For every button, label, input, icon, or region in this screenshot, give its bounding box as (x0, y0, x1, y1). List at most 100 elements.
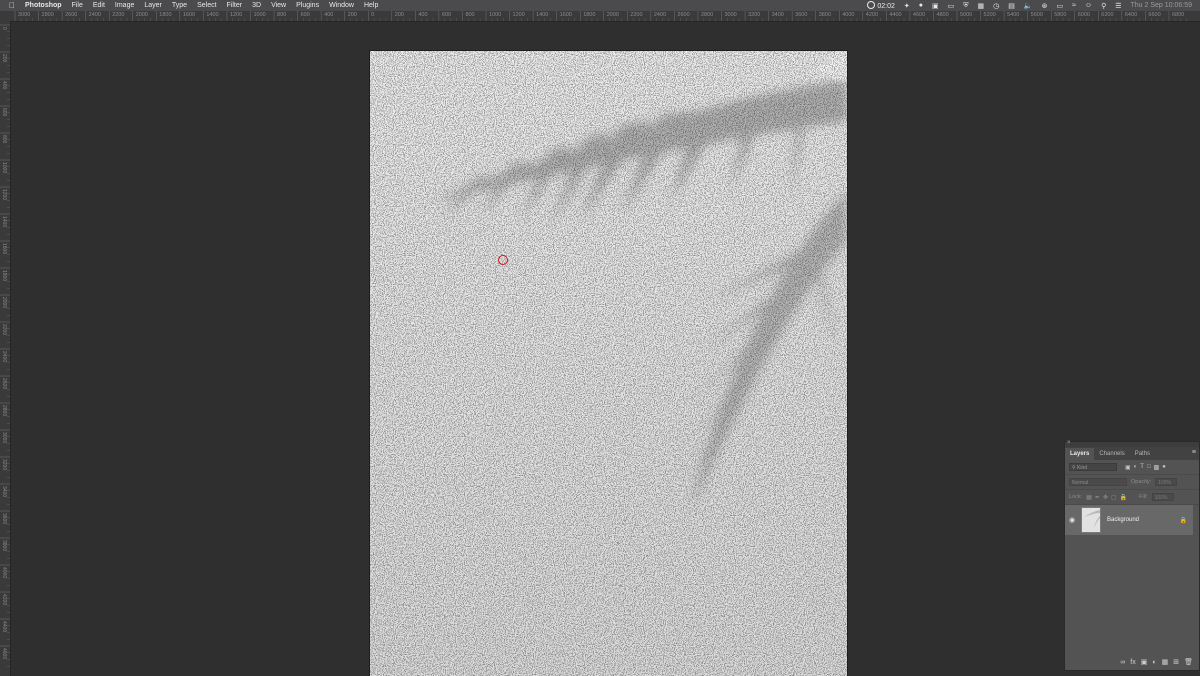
display-icon[interactable]: ▤ (1008, 2, 1015, 10)
visibility-eye-icon[interactable]: ◉ (1065, 516, 1079, 524)
menu-help[interactable]: Help (364, 2, 378, 9)
adjustment-icon[interactable]: ◐ (1152, 659, 1156, 666)
ruler-v-label: 3800 (1, 540, 7, 552)
bluetooth-icon[interactable]: ⊛ (1042, 2, 1048, 10)
ruler-v-label: 1800 (1, 270, 7, 282)
menu-window[interactable]: Window (329, 2, 354, 9)
ruler-v-label: 2200 (1, 324, 7, 336)
menu-3d[interactable]: 3D (252, 2, 261, 9)
volume-icon[interactable]: 🔈 (1024, 2, 1033, 10)
document-canvas[interactable] (370, 51, 847, 676)
ruler-v-label: 400 (1, 81, 7, 90)
menu-edit[interactable]: Edit (93, 2, 105, 9)
link-icon[interactable]: ∞ (1120, 659, 1125, 666)
ruler-v-label: 4000 (1, 567, 7, 579)
trash-icon[interactable]: 🗑 (1184, 658, 1193, 666)
shape-filter-icon[interactable]: □ (1147, 464, 1151, 471)
menu-image[interactable]: Image (115, 2, 134, 9)
ruler-h-label: 3400 (771, 12, 784, 18)
tab-paths[interactable]: Paths (1130, 448, 1155, 460)
tab-channels[interactable]: Channels (1094, 448, 1129, 460)
time-machine-icon[interactable]: ◷ (993, 2, 999, 10)
ruler-h-label: 1000 (489, 12, 502, 18)
horizontal-ruler[interactable]: 3000 2800 2600 2400 2200 2000 1800 1600 1400 1200… (0, 11, 1200, 22)
fx-icon[interactable]: fx (1130, 659, 1135, 666)
grid-icon[interactable]: ▦ (978, 2, 985, 10)
app-status-icon[interactable]: ✦ (904, 2, 910, 10)
control-center-icon[interactable]: ☰ (1115, 2, 1121, 10)
lock-position-icon[interactable]: ✥ (1103, 494, 1108, 501)
ruler-h-label: 6000 (1077, 12, 1090, 18)
ruler-h-label: 800 (465, 12, 475, 18)
menu-photoshop[interactable]: Photoshop (25, 2, 62, 9)
creative-cloud-icon[interactable]: ● (919, 2, 923, 9)
new-layer-icon[interactable]: ⊞ (1173, 658, 1179, 666)
ruler-h-label: 4400 (889, 12, 902, 18)
menu-file[interactable]: File (72, 2, 83, 9)
menu-plugins[interactable]: Plugins (296, 2, 319, 9)
filter-kind-dropdown[interactable]: ⚲ Kind (1069, 463, 1117, 471)
window-icon[interactable]: ▣ (932, 2, 939, 10)
menu-view[interactable]: View (271, 2, 286, 9)
ruler-h-label: 2800 (700, 12, 714, 18)
mask-icon[interactable]: ▣ (1141, 658, 1148, 666)
layer-thumbnail (1081, 507, 1101, 533)
ruler-h-label: 4600 (912, 12, 926, 18)
ruler-v-label: 1400 (1, 216, 7, 228)
ruler-v-label: 3400 (1, 486, 7, 498)
ruler-v-label: 2600 (1, 378, 7, 390)
spotlight-search-icon[interactable]: ⚲ (1101, 2, 1106, 10)
ruler-h-label: 1800 (583, 12, 596, 18)
ruler-h-label: 5400 (1007, 12, 1020, 18)
ruler-h-label: 6200 (1101, 12, 1114, 18)
screen-icon[interactable]: ▭ (948, 2, 955, 10)
layers-panel: × Layers Channels Paths ≡ ⚲ Kind ▣ ◐ T □… (1064, 440, 1200, 671)
ruler-h-label: 4800 (936, 12, 949, 18)
close-panel-icon[interactable]: × (1067, 440, 1071, 446)
panel-bottom-toolbar: ∞ fx ▣ ◐ ▦ ⊞ 🗑 (1065, 654, 1199, 670)
fill-label: Fill: (1139, 494, 1148, 500)
ruler-h-label: 1200 (512, 12, 525, 18)
ruler-h-label: 5200 (983, 12, 996, 18)
type-filter-icon[interactable]: T (1140, 464, 1144, 471)
ruler-v-label: 4400 (1, 621, 7, 633)
menu-layer[interactable]: Layer (144, 2, 162, 9)
ruler-v-label: 2400 (1, 351, 7, 363)
pixel-filter-icon[interactable]: ▣ (1125, 464, 1131, 471)
ruler-v-label: 2800 (1, 405, 7, 417)
tab-layers[interactable]: Layers (1065, 448, 1095, 460)
group-folder-icon[interactable]: ▦ (1162, 658, 1169, 666)
battery-icon[interactable]: ▭ (1056, 2, 1063, 10)
ruler-h-label: 2200 (112, 12, 125, 18)
layer-row-background[interactable]: ◉ Background 🔒 (1065, 505, 1193, 535)
lock-label: Lock: (1069, 494, 1083, 500)
lock-all-icon[interactable]: 🔒 (1120, 494, 1127, 501)
ruler-h-label: 1400 (536, 12, 549, 18)
menu-select[interactable]: Select (197, 2, 216, 9)
recording-timer[interactable]: 02:02 (867, 1, 895, 10)
menu-clock[interactable]: Thu 2 Sep 10:06:59 (1131, 2, 1193, 9)
ruler-h-label: 3200 (748, 12, 761, 18)
panel-menu-icon[interactable]: ≡ (1192, 449, 1196, 456)
apple-icon[interactable]:  (9, 1, 17, 10)
smart-object-filter-icon[interactable]: ▩ (1154, 464, 1160, 471)
lock-pixels-icon[interactable]: ✒ (1095, 494, 1100, 501)
ruler-h-label: 2600 (677, 12, 690, 18)
lock-artboard-icon[interactable]: ▢ (1111, 494, 1117, 501)
blend-mode-dropdown[interactable]: Normal (1069, 478, 1127, 486)
adjustment-filter-icon[interactable]: ◐ (1134, 464, 1138, 471)
ruler-v-label: 3000 (1, 432, 7, 444)
vertical-ruler[interactable]: 0 200 400 600 800 1000 1200 1400 1600 1800 2000 220… (0, 21, 11, 676)
menu-type[interactable]: Type (172, 2, 187, 9)
opacity-field[interactable]: 100% (1155, 478, 1178, 486)
shield-icon[interactable]: ⛨ (963, 2, 968, 10)
user-icon[interactable]: ☺ (1085, 2, 1092, 9)
layer-name[interactable]: Background (1107, 517, 1139, 523)
lock-transparency-icon[interactable]: ▦ (1086, 494, 1092, 501)
wifi-icon[interactable]: ≈ (1072, 2, 1076, 9)
fill-field[interactable]: 100% (1151, 493, 1174, 501)
ruler-h-label: 1600 (182, 12, 196, 18)
filter-toggle-icon[interactable]: ● (1162, 464, 1166, 471)
menu-filter[interactable]: Filter (227, 2, 243, 9)
ruler-h-label: 3800 (818, 12, 831, 18)
